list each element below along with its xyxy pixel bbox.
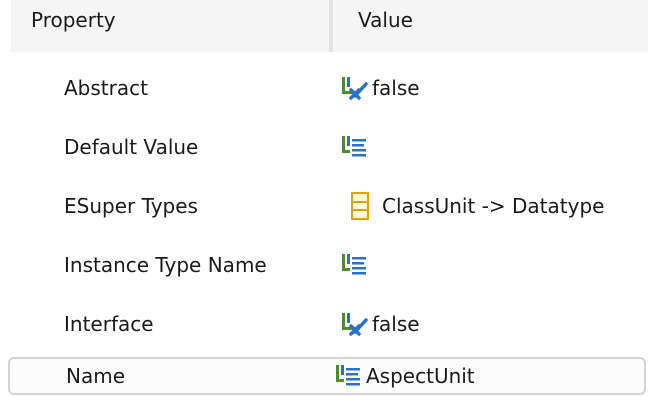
property-name: Default Value [64,134,199,159]
property-name: Name [66,364,126,388]
property-value[interactable] [332,133,648,161]
property-value[interactable]: ClassUnit -> Datatype [332,191,648,220]
text-property-icon [340,133,368,161]
value-header-label: Value [358,8,413,32]
boolean-checkbox-icon [340,74,368,102]
property-value[interactable]: false [332,310,648,338]
value-column-header[interactable]: Value [333,0,648,52]
text-property-icon [334,362,362,390]
table-row[interactable]: Interface false [0,294,648,353]
boolean-checkbox-icon [340,310,368,338]
table-row[interactable]: Abstract false [0,58,648,117]
property-name: Abstract [64,75,148,100]
value-text: false [372,311,420,336]
table-row[interactable]: ESuper Types ClassUnit -> Datatype [0,176,648,235]
property-value[interactable] [332,251,648,279]
property-value[interactable]: false [332,74,648,102]
text-property-icon [340,251,368,279]
property-name: ESuper Types [64,193,198,218]
value-text: AspectUnit [366,364,475,388]
properties-table: Property Value Abstract false Default Va… [0,0,648,397]
property-header-label: Property [31,8,116,32]
property-value[interactable]: AspectUnit [334,362,644,390]
table-row[interactable]: Instance Type Name [0,235,648,294]
property-name: Instance Type Name [64,252,267,277]
property-name: Interface [64,311,154,336]
property-column-header[interactable]: Property [11,0,329,52]
table-row[interactable]: Default Value [0,117,648,176]
class-type-icon [346,191,374,220]
table-body: Abstract false Default Value ESuper Type… [0,58,648,395]
value-text: ClassUnit -> Datatype [382,193,605,218]
value-text: false [372,75,420,100]
table-header: Property Value [11,0,648,52]
table-row-selected[interactable]: Name AspectUnit [8,357,646,395]
